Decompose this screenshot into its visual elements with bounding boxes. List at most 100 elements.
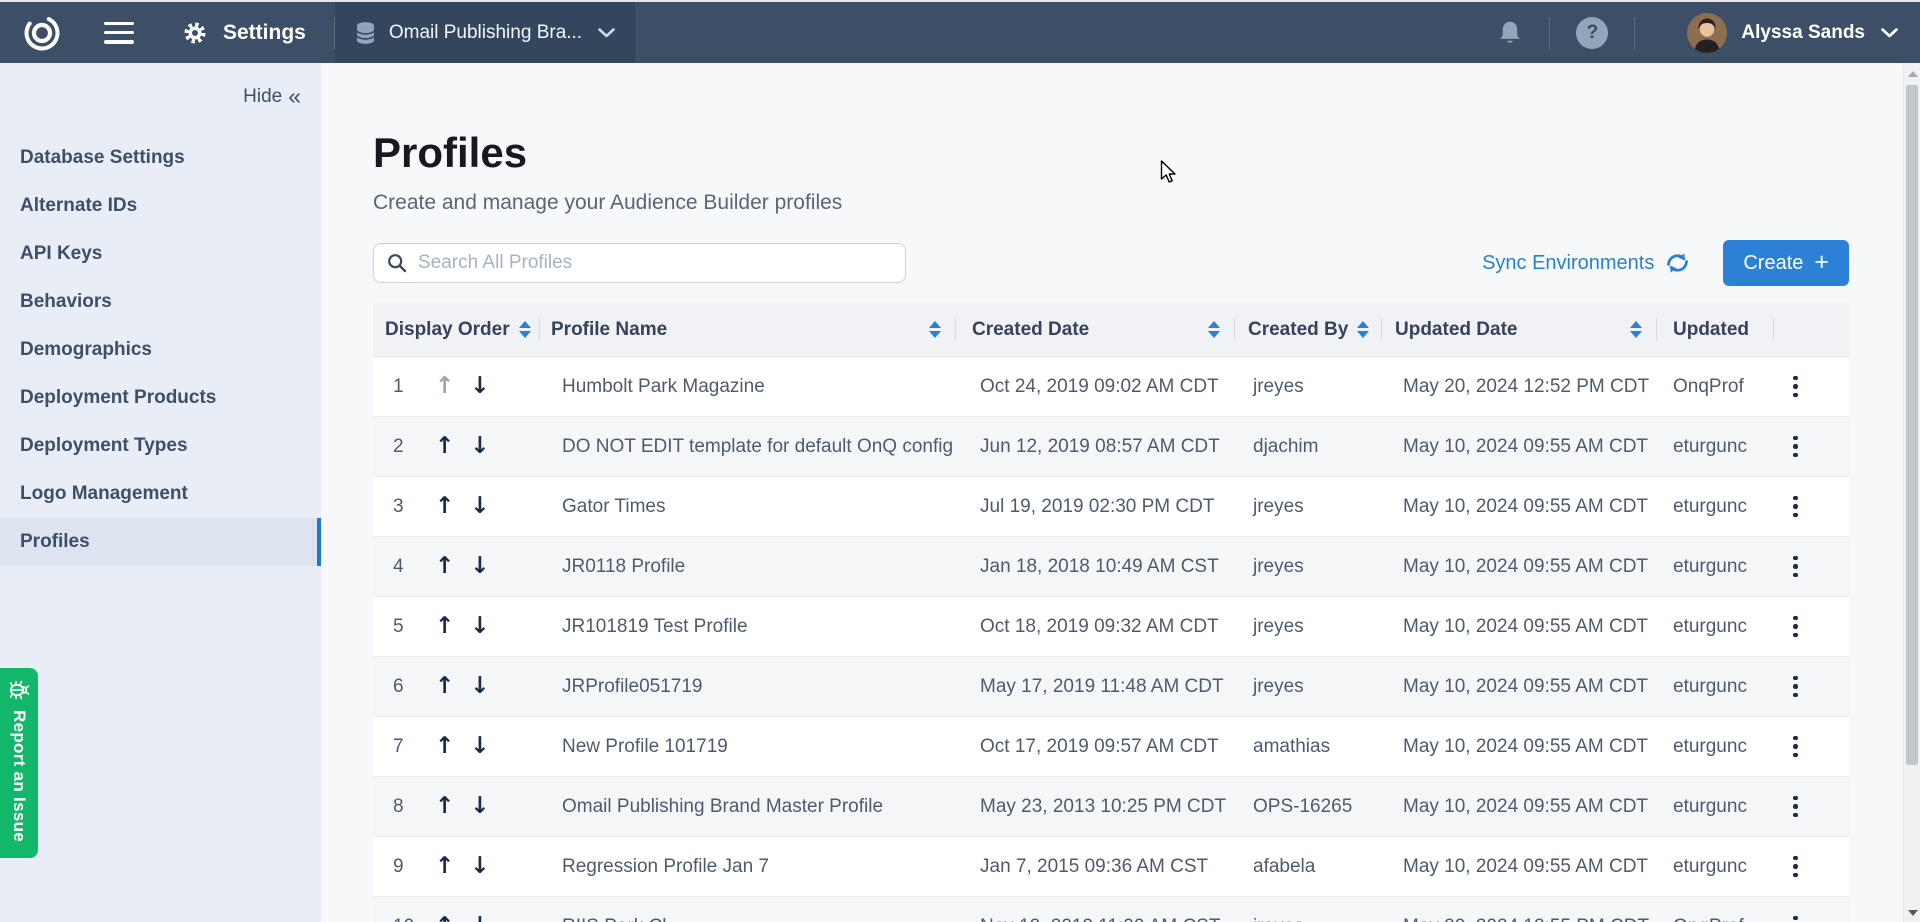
move-down-button[interactable]: ↓ — [470, 915, 489, 922]
sort-icon[interactable] — [1357, 321, 1369, 338]
scrollbar-down-arrow[interactable] — [1908, 910, 1918, 916]
sort-icon[interactable] — [1630, 321, 1642, 338]
database-selector[interactable]: Omail Publishing Bra... — [335, 2, 635, 63]
sort-icon[interactable] — [519, 321, 531, 338]
table-row: 4↑↓JR0118 ProfileJan 18, 2018 10:49 AM C… — [373, 537, 1849, 597]
move-up-button[interactable]: ↑ — [435, 855, 454, 878]
vertical-scrollbar[interactable] — [1903, 63, 1920, 922]
move-down-button[interactable]: ↓ — [470, 855, 489, 878]
sort-down-triangle — [1630, 331, 1642, 338]
row-actions-menu-button[interactable] — [1789, 792, 1802, 822]
updated-by-cell: eturgunc — [1656, 856, 1773, 878]
omeda-logo-icon[interactable] — [22, 13, 62, 53]
kebab-dot — [1793, 384, 1798, 389]
settings-sidebar: Hide« Database SettingsAlternate IDsAPI … — [0, 63, 321, 922]
move-up-button[interactable]: ↑ — [435, 675, 454, 698]
move-down-button[interactable]: ↓ — [470, 435, 489, 458]
created-by-cell: jreyes — [1234, 556, 1381, 578]
sidebar-item-api-keys[interactable]: API Keys — [0, 230, 321, 278]
move-down-button[interactable]: ↓ — [470, 375, 489, 398]
sort-up-triangle — [1208, 321, 1220, 328]
profile-name-cell: JR0118 Profile — [539, 556, 955, 578]
column-header-updated-date[interactable]: Updated Date — [1381, 303, 1656, 356]
move-up-button[interactable]: ↑ — [435, 435, 454, 458]
menu-icon[interactable] — [104, 22, 134, 44]
move-up-button[interactable]: ↑ — [435, 555, 454, 578]
created-date-cell: Nov 12, 2019 11:00 AM CST — [955, 916, 1234, 922]
row-actions-menu-button[interactable] — [1789, 732, 1802, 762]
sidebar-item-profiles[interactable]: Profiles — [0, 518, 321, 566]
sidebar-item-deployment-products[interactable]: Deployment Products — [0, 374, 321, 422]
row-actions-menu-button[interactable] — [1789, 672, 1802, 702]
row-actions-cell — [1773, 912, 1849, 922]
help-icon[interactable]: ? — [1576, 17, 1608, 49]
column-header-profile-name[interactable]: Profile Name — [539, 303, 955, 356]
kebab-dot — [1793, 804, 1798, 809]
kebab-dot — [1793, 564, 1798, 569]
row-actions-menu-button[interactable] — [1789, 912, 1802, 922]
row-actions-menu-button[interactable] — [1789, 552, 1802, 582]
sort-icon[interactable] — [1208, 321, 1220, 338]
move-down-button[interactable]: ↓ — [470, 735, 489, 758]
move-down-button[interactable]: ↓ — [470, 495, 489, 518]
sidebar-item-logo-management[interactable]: Logo Management — [0, 470, 321, 518]
user-avatar[interactable] — [1687, 13, 1727, 53]
kebab-dot — [1793, 856, 1798, 861]
scrollbar-thumb[interactable] — [1906, 85, 1918, 765]
updated-by-cell: eturgunc — [1656, 796, 1773, 818]
move-down-button[interactable]: ↓ — [470, 615, 489, 638]
kebab-dot — [1793, 744, 1798, 749]
page-title: Profiles — [373, 129, 1903, 177]
hide-sidebar-button[interactable]: Hide« — [0, 63, 321, 110]
updated-by-cell: eturgunc — [1656, 556, 1773, 578]
sidebar-item-alternate-ids[interactable]: Alternate IDs — [0, 182, 321, 230]
move-down-button[interactable]: ↓ — [470, 795, 489, 818]
table-body: 1↑↓Humbolt Park MagazineOct 24, 2019 09:… — [373, 357, 1849, 922]
column-header-created-by[interactable]: Created By — [1234, 303, 1381, 356]
move-up-button[interactable]: ↑ — [435, 375, 454, 398]
move-up-button[interactable]: ↑ — [435, 795, 454, 818]
row-actions-menu-button[interactable] — [1789, 432, 1802, 462]
scrollbar-up-arrow[interactable] — [1908, 71, 1918, 77]
report-an-issue-button[interactable]: Report an Issue — [0, 668, 38, 858]
updated-by-cell: eturgunc — [1656, 676, 1773, 698]
row-actions-menu-button[interactable] — [1789, 612, 1802, 642]
row-actions-menu-button[interactable] — [1789, 492, 1802, 522]
profile-name-cell: DO NOT EDIT template for default OnQ con… — [539, 436, 955, 458]
row-actions-menu-button[interactable] — [1789, 372, 1802, 402]
user-name[interactable]: Alyssa Sands — [1741, 22, 1865, 44]
sync-environments-link[interactable]: Sync Environments — [1482, 251, 1691, 275]
display-order-cell: 8↑↓ — [373, 795, 539, 818]
sidebar-item-behaviors[interactable]: Behaviors — [0, 278, 321, 326]
row-actions-cell — [1773, 432, 1849, 462]
row-actions-menu-button[interactable] — [1789, 852, 1802, 882]
sidebar-item-database-settings[interactable]: Database Settings — [0, 134, 321, 182]
updated-by-cell: OnqProf — [1656, 376, 1773, 398]
move-up-button[interactable]: ↑ — [435, 915, 454, 922]
user-menu-chevron-icon[interactable] — [1881, 28, 1898, 38]
sync-icon — [1664, 251, 1691, 275]
updated-date-cell: May 10, 2024 09:55 AM CDT — [1381, 436, 1656, 458]
search-input[interactable] — [373, 243, 906, 283]
sidebar-item-demographics[interactable]: Demographics — [0, 326, 321, 374]
column-header-created-date[interactable]: Created Date — [955, 303, 1234, 356]
column-header-display-order[interactable]: Display Order — [373, 303, 539, 356]
move-down-button[interactable]: ↓ — [470, 555, 489, 578]
column-header-updated: Updated — [1656, 303, 1773, 356]
create-button[interactable]: Create + — [1723, 240, 1849, 286]
move-up-button[interactable]: ↑ — [435, 495, 454, 518]
sort-down-triangle — [519, 331, 531, 338]
created-date-cell: May 17, 2019 11:48 AM CDT — [955, 676, 1234, 698]
sort-icon[interactable] — [929, 321, 941, 338]
updated-by-cell: eturgunc — [1656, 436, 1773, 458]
move-up-button[interactable]: ↑ — [435, 615, 454, 638]
notifications-bell-icon[interactable] — [1497, 19, 1523, 47]
page-header: Profiles Create and manage your Audience… — [321, 63, 1903, 215]
move-down-button[interactable]: ↓ — [470, 675, 489, 698]
sort-up-triangle — [1630, 321, 1642, 328]
display-order-value: 6 — [393, 676, 419, 698]
move-up-button[interactable]: ↑ — [435, 735, 454, 758]
sort-down-triangle — [1208, 331, 1220, 338]
sidebar-item-deployment-types[interactable]: Deployment Types — [0, 422, 321, 470]
updated-by-cell: eturgunc — [1656, 616, 1773, 638]
